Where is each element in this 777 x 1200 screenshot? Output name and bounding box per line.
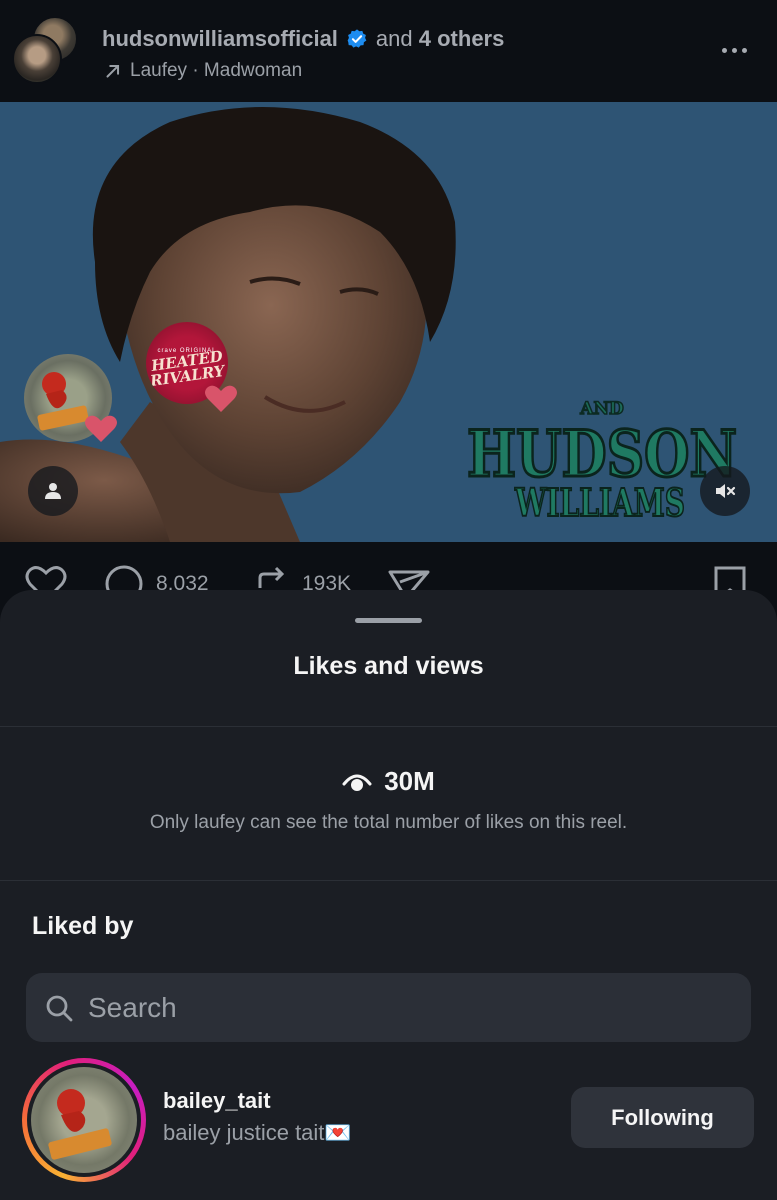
title-card-graphic: AND HUDSON WILLIAMS <box>466 398 739 526</box>
title-card-sub: WILLIAMS <box>514 480 685 525</box>
views-summary: 30M <box>0 766 777 797</box>
divider <box>0 726 777 727</box>
likes-privacy-note: Only laufey can see the total number of … <box>149 812 628 833</box>
person-icon <box>45 483 61 499</box>
heart-reaction-icon <box>205 385 237 412</box>
post-author-info: hudsonwilliamsofficial and 4 others Lauf… <box>102 26 504 82</box>
collaborators-link[interactable]: and 4 others <box>376 26 504 52</box>
search-icon <box>46 995 73 1021</box>
more-horizontal-icon <box>721 47 727 53</box>
search-input[interactable] <box>88 991 688 1024</box>
audio-label: Laufey · Madwoman <box>130 60 303 81</box>
likes-and-views-sheet: Likes and views 30M Only laufey can see … <box>0 590 777 1200</box>
story-ring[interactable] <box>22 1058 146 1182</box>
avatar <box>12 34 62 84</box>
heart-reaction-icon <box>85 415 117 442</box>
title-card-and: AND <box>579 399 624 419</box>
tagged-users-button[interactable] <box>28 466 78 516</box>
liked-user-username[interactable]: bailey_tait <box>163 1088 271 1114</box>
liked-by-heading: Liked by <box>32 912 134 940</box>
liked-user-row[interactable]: bailey_tait bailey justice tait💌 Followi… <box>0 1054 777 1194</box>
arrow-up-right-icon <box>106 64 120 78</box>
search-bar[interactable] <box>26 973 751 1042</box>
liked-user-fullname: bailey justice tait💌 <box>163 1120 352 1145</box>
more-options-button[interactable] <box>712 36 756 64</box>
divider <box>0 880 777 881</box>
audio-link[interactable]: Laufey · Madwoman <box>102 60 504 82</box>
post-header: hudsonwilliamsofficial and 4 others Lauf… <box>0 0 777 102</box>
sheet-title: Likes and views <box>293 652 484 680</box>
devil-cartoon-icon <box>48 1089 112 1160</box>
author-username[interactable]: hudsonwilliamsofficial <box>102 26 338 52</box>
eye-icon <box>342 774 372 791</box>
following-button[interactable]: Following <box>571 1087 754 1148</box>
views-count: 30M <box>384 766 435 796</box>
reel-video[interactable]: AND HUDSON WILLIAMS crave ORIGINAL HEATE… <box>0 102 777 542</box>
mute-toggle-button[interactable] <box>700 466 750 516</box>
verified-badge-icon <box>347 29 367 48</box>
avatar <box>31 1067 137 1173</box>
sheet-grabber[interactable] <box>355 618 422 623</box>
speaker-muted-icon <box>716 484 736 498</box>
collaborator-avatars[interactable] <box>12 16 80 84</box>
